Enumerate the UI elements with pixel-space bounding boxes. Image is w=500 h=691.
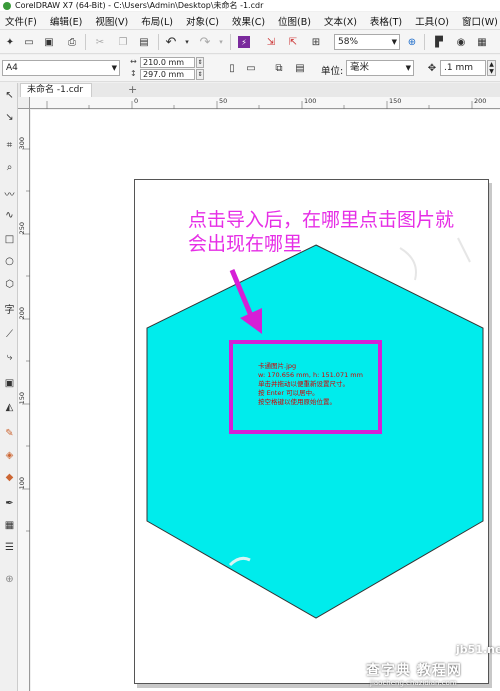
watermark-subtitle: jiaocheng.chazidian.com (370, 679, 457, 687)
annotation-line-2: 会出现在哪里 (188, 233, 303, 255)
annotation-text: 点击导入后，在哪里点击图片就 会出现在哪里 (188, 208, 500, 256)
import-hint-drag: 单击并拖动以便重新设置尺寸。 (258, 380, 349, 388)
annotation-line-1: 点击导入后，在哪里点击图片就 (188, 209, 455, 231)
coreldraw-window: CorelDRAW X7 (64-Bit) - C:\Users\Admin\D… (0, 0, 500, 691)
import-filename: 卡通图片.jpg (258, 362, 297, 370)
watermark-url: jb51.net (456, 643, 500, 656)
import-cursor-info: 卡通图片.jpg w: 170.656 mm, h: 151.071 mm 单击… (258, 362, 363, 407)
import-size: w: 170.656 mm, h: 151.071 mm (258, 371, 363, 379)
import-hint-enter: 按 Enter 可以居中。 (258, 389, 319, 397)
import-hint-space: 按空格键以使用原始位置。 (258, 398, 336, 406)
watermark-brand: 查字典 教程网 (366, 663, 462, 679)
